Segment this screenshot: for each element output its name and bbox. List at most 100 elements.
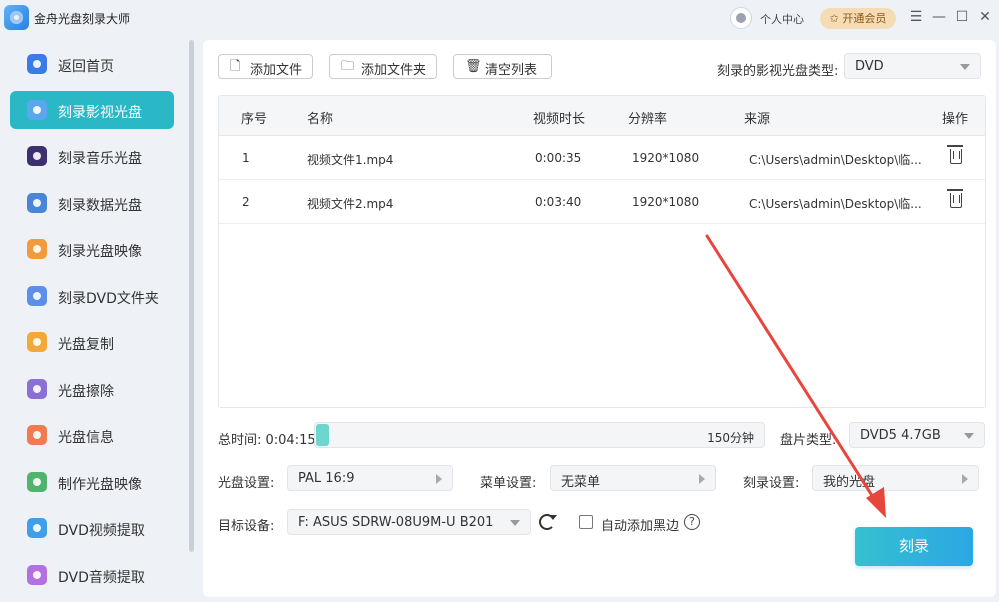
cell-source: C:\Users\admin\Desktop\临... [749, 197, 922, 211]
file-table: 序号 名称 视频时长 分辨率 来源 操作 1 视频文件1.mp4 0:00:35… [218, 95, 986, 408]
disc-setting-label: 光盘设置: [218, 476, 275, 491]
media-type-select[interactable]: DVD5 4.7GB [849, 422, 985, 448]
chevron-down-icon [510, 520, 520, 526]
close-icon[interactable]: ✕ [976, 8, 994, 26]
sidebar-item-label: 光盘擦除 [58, 384, 114, 400]
app-title: 金舟光盘刻录大师 [34, 12, 131, 26]
burn-setting-label: 刻录设置: [743, 476, 800, 491]
disc-info-icon [27, 425, 47, 445]
table-row[interactable]: 1 视频文件1.mp4 0:00:35 1920*1080 C:\Users\a… [219, 136, 985, 180]
delete-row-icon[interactable] [947, 145, 963, 164]
dvd-video-extract-icon [27, 518, 47, 538]
target-device-label: 目标设备: [218, 519, 275, 534]
menu-icon[interactable]: ☰ [907, 8, 925, 26]
maximize-icon[interactable]: ☐ [953, 8, 971, 26]
disc-type-select[interactable]: DVD [844, 53, 981, 79]
chevron-right-icon [436, 474, 442, 484]
folder-icon: 🗀 [341, 59, 355, 74]
add-folder-button[interactable]: 🗀 添加文件夹 [329, 54, 437, 79]
cell-resolution: 1920*1080 [632, 195, 700, 209]
sidebar-item-disc-copy[interactable]: 光盘复制 [10, 323, 174, 361]
auto-black-border-checkbox[interactable] [579, 515, 593, 529]
sidebar-item-label: 刻录影视光盘 [58, 105, 142, 121]
title-bar: 金舟光盘刻录大师 个人中心 ✩ 开通会员 ☰ — ☐ ✕ [0, 0, 999, 36]
chevron-right-icon [962, 474, 968, 484]
target-device-select[interactable]: F: ASUS SDRW-08U9M-U B201 [287, 509, 531, 535]
cell-index: 2 [242, 195, 250, 209]
sidebar-item-label: 光盘信息 [58, 430, 114, 446]
disc-setting-select[interactable]: PAL 16:9 [287, 465, 453, 491]
capacity-max-label: 150分钟 [707, 431, 754, 445]
sidebar-item-label: 光盘复制 [58, 337, 114, 353]
sidebar-item-label: DVD视频提取 [58, 523, 145, 539]
disc-image-icon [27, 239, 47, 259]
minimize-icon[interactable]: — [930, 8, 948, 26]
sidebar-item-label: 返回首页 [58, 59, 114, 75]
sidebar-item-burn-music-disc[interactable]: 刻录音乐光盘 [10, 137, 174, 175]
cell-resolution: 1920*1080 [632, 151, 700, 165]
sidebar-item-burn-data-disc[interactable]: 刻录数据光盘 [10, 184, 174, 222]
media-type-label: 盘片类型: [780, 433, 837, 448]
add-file-icon: 🗋 [230, 59, 241, 74]
data-disc-icon [27, 193, 47, 213]
chevron-right-icon [699, 474, 705, 484]
menu-setting-select[interactable]: 无菜单 [550, 465, 716, 491]
delete-row-icon[interactable] [947, 189, 963, 208]
app-logo-icon [4, 5, 29, 30]
disc-erase-icon [27, 379, 47, 399]
home-icon [27, 54, 47, 74]
sidebar-item-disc-erase[interactable]: 光盘擦除 [10, 370, 174, 408]
clear-list-button[interactable]: 🗑 清空列表 [453, 54, 552, 79]
dvd-folder-icon [27, 286, 47, 306]
sidebar-item-burn-disc-image[interactable]: 刻录光盘映像 [10, 230, 174, 268]
open-vip-button[interactable]: ✩ 开通会员 [820, 8, 896, 29]
table-row[interactable]: 2 视频文件2.mp4 0:03:40 1920*1080 C:\Users\a… [219, 180, 985, 224]
burn-button[interactable]: 刻录 [855, 527, 973, 566]
user-avatar-icon[interactable] [730, 7, 752, 29]
add-file-button[interactable]: 🗋 添加文件 [218, 54, 313, 79]
burn-setting-select[interactable]: 我的光盘 [812, 465, 979, 491]
refresh-icon[interactable] [539, 514, 557, 530]
column-header-resolution: 分辨率 [628, 112, 668, 127]
sidebar-item-make-disc-image[interactable]: 制作光盘映像 [10, 463, 174, 501]
column-header-actions: 操作 [942, 112, 969, 127]
sidebar-item-dvd-audio-extract[interactable]: DVD音频提取 [10, 556, 174, 594]
sidebar-item-label: 制作光盘映像 [58, 477, 142, 493]
make-image-icon [27, 472, 47, 492]
disc-copy-icon [27, 332, 47, 352]
cell-duration: 0:03:40 [535, 195, 582, 209]
column-header-index: 序号 [241, 112, 268, 127]
column-header-name: 名称 [307, 112, 334, 127]
total-time-label: 总时间: 0:04:15 [218, 433, 316, 448]
sidebar-item-label: DVD音频提取 [58, 570, 145, 586]
table-header: 序号 名称 视频时长 分辨率 来源 操作 [219, 96, 985, 136]
column-header-duration: 视频时长 [533, 112, 586, 127]
chevron-down-icon [964, 433, 974, 439]
sidebar-item-label: 刻录DVD文件夹 [58, 291, 159, 307]
menu-setting-label: 菜单设置: [480, 476, 537, 491]
cell-name: 视频文件2.mp4 [307, 197, 394, 211]
sidebar-item-dvd-video-extract[interactable]: DVD视频提取 [10, 509, 174, 547]
music-disc-icon [27, 146, 47, 166]
sidebar-item-burn-video-disc[interactable]: 刻录影视光盘 [10, 91, 174, 129]
sidebar-item-home[interactable]: 返回首页 [10, 45, 174, 83]
help-icon[interactable]: ? [684, 514, 700, 530]
column-header-source: 来源 [744, 112, 771, 127]
sidebar-item-label: 刻录光盘映像 [58, 244, 142, 260]
capacity-progress-fill [316, 424, 329, 446]
sidebar-scrollbar[interactable] [189, 40, 194, 552]
sidebar-item-burn-dvd-folder[interactable]: 刻录DVD文件夹 [10, 277, 174, 315]
cell-name: 视频文件1.mp4 [307, 153, 394, 167]
trash-icon: 🗑 [465, 59, 482, 74]
sidebar-item-label: 刻录音乐光盘 [58, 151, 142, 167]
video-disc-icon [27, 100, 47, 120]
cell-duration: 0:00:35 [535, 151, 582, 165]
auto-black-border-label: 自动添加黑边 [601, 519, 680, 534]
main-panel: 🗋 添加文件 🗀 添加文件夹 🗑 清空列表 刻录的影视光盘类型: DVD 序号 … [203, 40, 996, 597]
user-center-link[interactable]: 个人中心 [760, 11, 804, 27]
cell-index: 1 [242, 151, 250, 165]
sidebar-item-disc-info[interactable]: 光盘信息 [10, 416, 174, 454]
cell-source: C:\Users\admin\Desktop\临... [749, 153, 922, 167]
sidebar: 返回首页 刻录影视光盘 刻录音乐光盘 刻录数据光盘 刻录光盘映像 刻录DVD文件… [0, 36, 200, 602]
disc-type-label: 刻录的影视光盘类型: [717, 64, 839, 79]
